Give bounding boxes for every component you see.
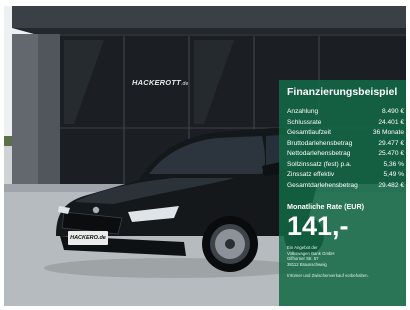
financing-row: Nettodarlehensbetrag 25.470 € <box>287 150 404 157</box>
provider-info: Ein Angebot der Volkswagen Bank GmbH Gif… <box>287 245 335 267</box>
financing-row: Schlussrate 24.401 € <box>287 118 404 126</box>
financing-row: Bruttodarlehensbetrag 29.477 € <box>287 139 404 147</box>
financing-row: Gesamtlaufzeit 36 Monate <box>287 129 404 136</box>
financing-row: Sollzinssatz (fest) p.a. 5,36 % <box>287 160 404 168</box>
financing-row: Gesamtdarlehensbetrag 29.482 € <box>287 181 404 189</box>
financing-table: Anzahlung 8.490 € Schlussrate 24.401 € Ges… <box>287 107 406 191</box>
monthly-rate-label: Monatliche Rate (EUR) <box>287 202 365 211</box>
building-column <box>38 34 60 194</box>
financing-row: Zinssatz effektiv 5,49 % <box>287 171 404 178</box>
financing-row: Anzahlung 8.490 € <box>287 108 404 115</box>
license-plate: HACKERO .de <box>68 231 108 245</box>
dealership-sign: HACKEROTT.de <box>132 78 189 87</box>
financing-panel: Finanzierungsbeispiel Anzahlung 8.490 € S… <box>279 80 406 306</box>
financing-title: Finanzierungsbeispiel <box>287 86 398 98</box>
disclaimer: Irrtümer und Zwischenverkauf vorbehalten… <box>287 273 369 279</box>
listing-photo: HACKEROTT.de HACKERO .de Finanzierungsbei… <box>4 6 406 306</box>
monthly-rate-value: 141,- <box>287 211 349 241</box>
